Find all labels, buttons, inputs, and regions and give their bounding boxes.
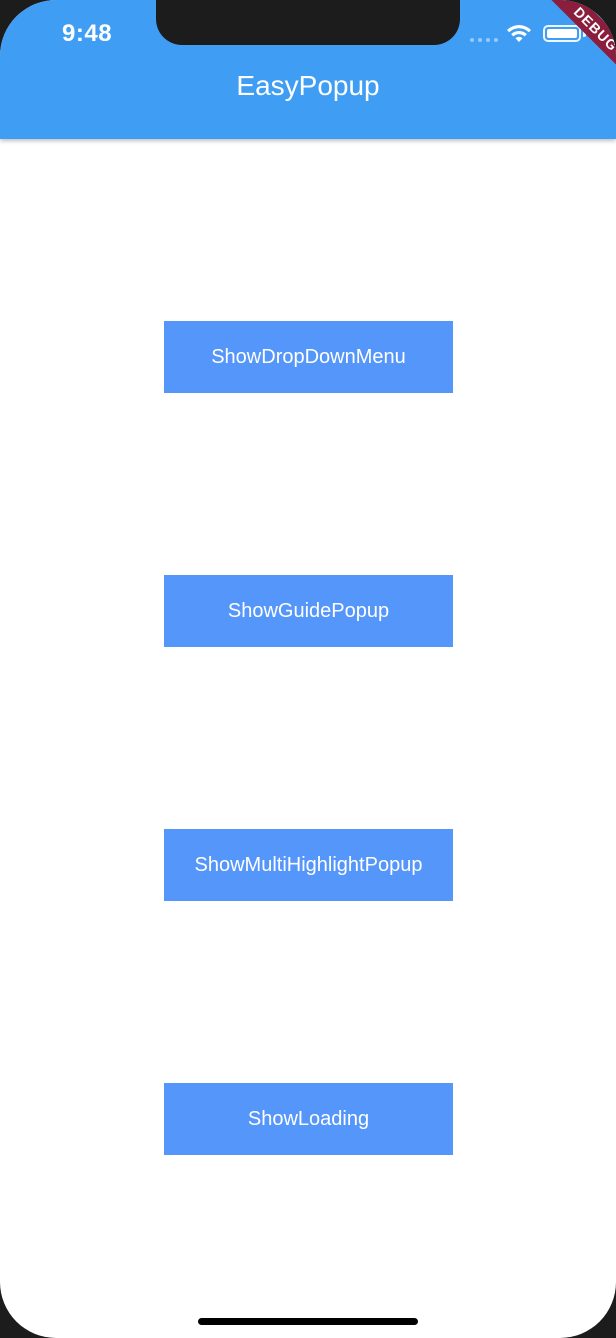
show-multi-highlight-popup-button[interactable]: ShowMultiHighlightPopup <box>164 829 453 901</box>
show-guide-popup-button[interactable]: ShowGuidePopup <box>164 575 453 647</box>
device-notch <box>156 0 460 45</box>
home-indicator[interactable] <box>198 1318 418 1325</box>
show-dropdown-menu-button[interactable]: ShowDropDownMenu <box>164 321 453 393</box>
wifi-icon <box>507 25 531 42</box>
battery-icon <box>543 25 581 42</box>
app-bar: 9:48 EasyPopup <box>0 0 616 139</box>
page-title: EasyPopup <box>236 70 380 101</box>
show-loading-button[interactable]: ShowLoading <box>164 1083 453 1155</box>
status-time: 9:48 <box>62 20 113 47</box>
phone-screen: 9:48 EasyPopup DEBUG ShowDropDownMenu Sh… <box>0 0 616 1338</box>
signal-icon <box>470 38 498 42</box>
battery-level <box>547 29 577 38</box>
